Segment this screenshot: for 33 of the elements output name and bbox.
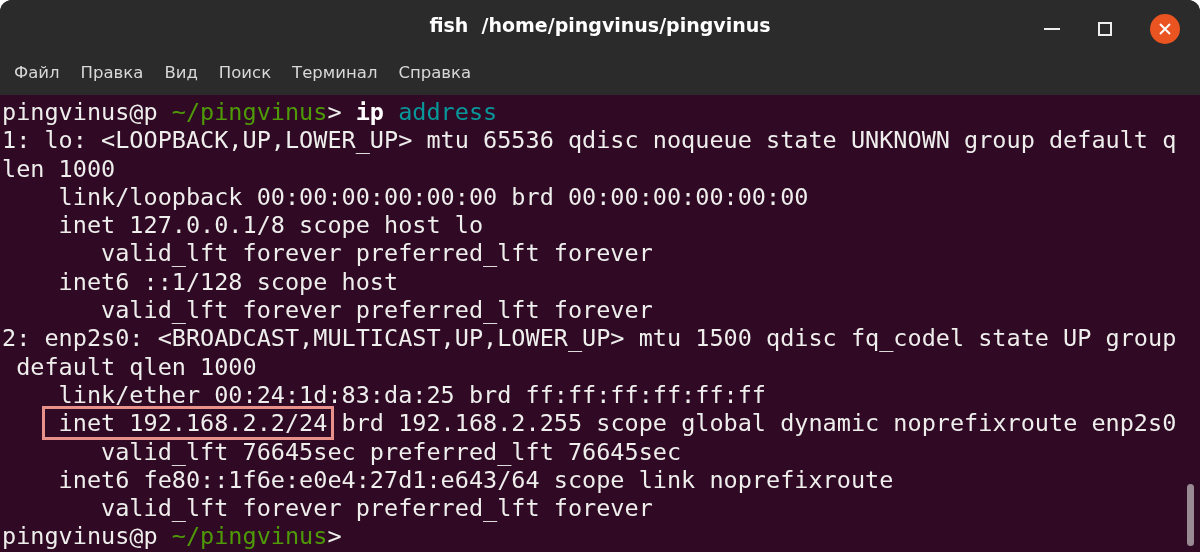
maximize-icon[interactable]	[1098, 22, 1112, 36]
command-argument: address	[398, 98, 498, 126]
output-text: brd 192.168.2.255 scope global dynamic noprefixroute enp2s0	[340, 409, 1177, 438]
output-text: 1: lo: <LOOPBACK,UP,LOWER_UP> mtu 65536 qdisc noqueue state UNKNOWN group default q	[2, 126, 1177, 155]
window-title: fish /home/pingvinus/pingvinus	[429, 14, 771, 36]
highlighted-text: inet 192.168.2.2/24	[41, 406, 335, 441]
output-text: default qlen 1000	[15, 352, 257, 381]
output-text: inet 127.0.0.1/8 scope host lo	[57, 211, 484, 240]
close-icon[interactable]	[1150, 14, 1180, 44]
prompt-text: >	[327, 98, 343, 126]
output-text: valid_lft forever preferred_lft forever	[100, 494, 653, 523]
prompt-path: ~/pingvinus	[171, 522, 328, 551]
menu-item[interactable]: Справка	[398, 63, 472, 82]
output-text: len 1000	[2, 154, 116, 183]
output-text: inet6 fe80::1f6e:e0e4:27d1:e643/64 scope link noprefixroute	[57, 465, 894, 494]
output-text: 2: enp2s0: <BROADCAST,MULTICAST,UP,LOWER_UP> mtu 1500 qdisc fq_codel state UP group	[2, 324, 1177, 353]
output-text: valid_lft forever preferred_lft forever	[100, 239, 653, 268]
minimize-icon[interactable]	[1044, 27, 1060, 31]
prompt-text: pingvinus@p	[2, 522, 159, 551]
menu-item[interactable]: Терминал	[292, 63, 378, 82]
output-text: link/ether 00:24:1d:83:da:25 brd ff:ff:ff:ff:ff:ff	[57, 380, 766, 409]
prompt-path: ~/pingvinus	[171, 98, 328, 126]
prompt-text: >	[327, 522, 342, 551]
output-text: link/loopback 00:00:00:00:00:00 brd 00:00:00:00:00:00	[57, 182, 809, 211]
output-text: valid_lft forever preferred_lft forever	[100, 296, 653, 325]
prompt-text: pingvinus@p	[2, 98, 159, 126]
command-text: ip	[355, 98, 385, 126]
scrollbar-thumb[interactable]	[1187, 484, 1194, 546]
menu-item[interactable]: Поиск	[218, 63, 272, 82]
menu-item[interactable]: Файл	[14, 63, 60, 82]
output-text: inet6 ::1/128 scope host	[57, 267, 399, 296]
menu-item[interactable]: Вид	[164, 63, 198, 82]
menu-item[interactable]: Правка	[80, 63, 144, 82]
